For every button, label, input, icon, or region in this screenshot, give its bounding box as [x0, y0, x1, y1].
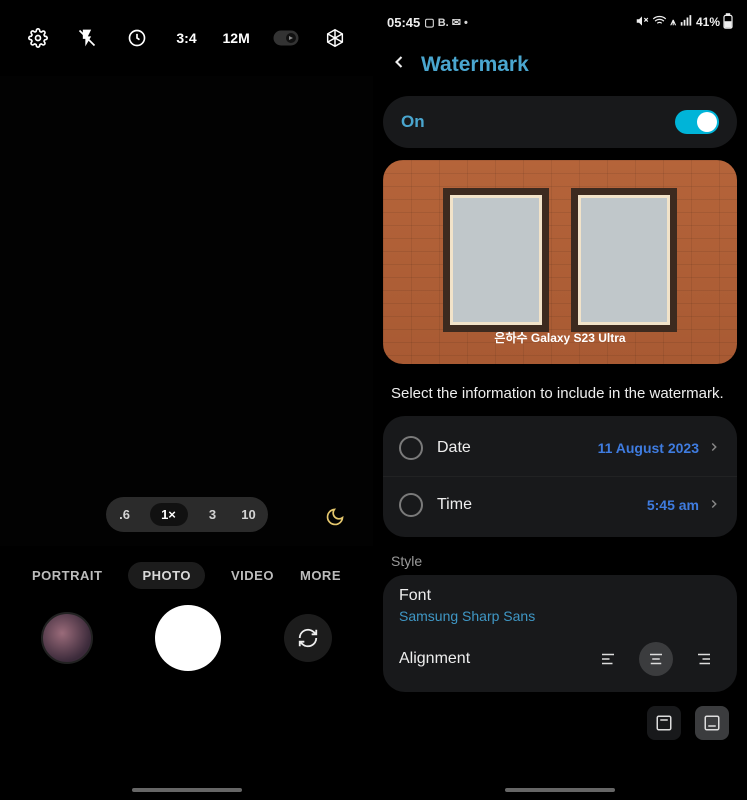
aspect-ratio[interactable]: 3:4 [171, 30, 203, 46]
toggle-label: On [401, 112, 425, 132]
style-card: Font Samsung Sharp Sans Alignment [383, 575, 737, 692]
camera-toolbar: 3:4 12M [0, 0, 373, 76]
gallery-thumbnail[interactable] [41, 612, 93, 664]
zoom-3x[interactable]: 3 [202, 507, 224, 522]
camera-modes: PORTRAIT PHOTO VIDEO MORE [0, 546, 373, 599]
back-button[interactable] [389, 52, 409, 78]
settings-icon[interactable] [22, 28, 54, 48]
mute-icon [635, 14, 649, 31]
include-options: Date 11 August 2023 Time 5:45 am [383, 416, 737, 537]
zoom-1x[interactable]: 1× [150, 503, 188, 526]
option-time-label: Time [437, 496, 472, 514]
radio-time[interactable] [399, 493, 423, 517]
position-top-icon[interactable] [647, 706, 681, 740]
watermark-header: Watermark [373, 38, 747, 96]
status-time: 05:45 [387, 15, 420, 30]
page-title: Watermark [421, 53, 529, 77]
resolution[interactable]: 12M [220, 30, 252, 46]
font-value: Samsung Sharp Sans [399, 608, 721, 624]
battery-icon [723, 13, 733, 32]
gesture-bar [505, 788, 615, 792]
position-bottom-icon[interactable] [695, 706, 729, 740]
mode-more[interactable]: MORE [300, 568, 341, 583]
radio-date[interactable] [399, 436, 423, 460]
preview-watermark-text: 은하수 Galaxy S23 Ultra [383, 329, 737, 346]
wifi-icon [652, 13, 667, 31]
align-left-icon[interactable] [591, 642, 625, 676]
zoom-0.6x[interactable]: .6 [114, 507, 136, 522]
preview-window-left [443, 188, 549, 332]
camera-app: 3:4 12M .6 1× 3 10 PORTRAIT PHOTO VIDEO … [0, 0, 373, 800]
preview-window-right [571, 188, 677, 332]
battery-text: 41% [696, 15, 720, 29]
gesture-bar [132, 788, 242, 792]
watermark-settings: 05:45 ▢ B. ✉ • ⩚ 41% Watermark On 은하수 Ga… [373, 0, 747, 800]
font-row[interactable]: Font Samsung Sharp Sans [399, 587, 721, 624]
flash-off-icon[interactable] [71, 28, 103, 48]
position-row [373, 692, 747, 746]
section-description: Select the information to include in the… [373, 378, 747, 416]
volte-icon: ⩚ [670, 17, 676, 28]
zoom-10x[interactable]: 10 [238, 507, 260, 522]
status-indicators: ▢ B. ✉ • [424, 16, 468, 29]
option-date-value: 11 August 2023 [598, 440, 699, 456]
chevron-right-icon [707, 440, 721, 457]
timer-icon[interactable] [121, 28, 153, 48]
option-time-value: 5:45 am [647, 497, 699, 513]
watermark-preview: 은하수 Galaxy S23 Ultra [383, 160, 737, 364]
watermark-toggle-card[interactable]: On [383, 96, 737, 148]
style-heading: Style [373, 537, 747, 575]
status-bar: 05:45 ▢ B. ✉ • ⩚ 41% [373, 0, 747, 38]
camera-viewfinder[interactable]: .6 1× 3 10 [0, 76, 373, 546]
mode-video[interactable]: VIDEO [231, 568, 274, 583]
chevron-right-icon [707, 497, 721, 514]
alignment-row: Alignment [399, 624, 721, 676]
option-date[interactable]: Date 11 August 2023 [383, 420, 737, 476]
mode-portrait[interactable]: PORTRAIT [32, 568, 102, 583]
align-right-icon[interactable] [687, 642, 721, 676]
mode-photo[interactable]: PHOTO [128, 562, 205, 589]
align-center-icon[interactable] [639, 642, 673, 676]
watermark-toggle[interactable] [675, 110, 719, 134]
motion-photo-icon[interactable] [270, 30, 302, 46]
filters-icon[interactable] [319, 27, 351, 49]
shutter-button[interactable] [155, 605, 221, 671]
shutter-row [0, 599, 373, 691]
alignment-label: Alignment [399, 650, 470, 668]
option-date-label: Date [437, 439, 471, 457]
switch-camera-button[interactable] [284, 614, 332, 662]
zoom-controls: .6 1× 3 10 [0, 497, 373, 532]
option-time[interactable]: Time 5:45 am [383, 476, 737, 533]
signal-icon [679, 14, 693, 31]
night-mode-icon[interactable] [325, 507, 345, 532]
font-label: Font [399, 587, 721, 605]
